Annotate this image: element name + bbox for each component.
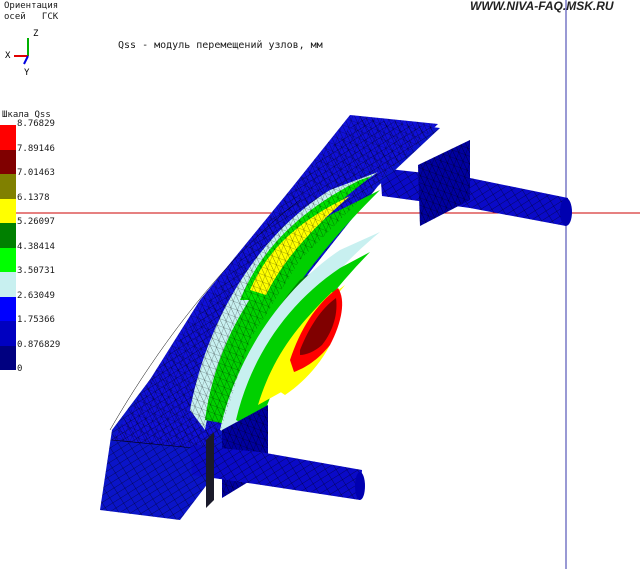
legend-swatch [0, 272, 16, 297]
legend-swatch [0, 125, 16, 150]
legend-value: 3.50731 [17, 266, 55, 276]
legend-swatch [0, 296, 16, 321]
fem-viewport[interactable] [0, 0, 640, 569]
legend-value: 7.89146 [17, 143, 55, 154]
legend-swatch [0, 198, 16, 223]
legend-value: 0.876829 [17, 339, 61, 350]
axis-z-label: Z [33, 29, 39, 39]
legend-swatch [0, 223, 16, 248]
legend-swatch [0, 321, 16, 346]
axis-x-label: X [5, 51, 11, 61]
legend-swatch [0, 345, 16, 370]
legend-value: 0 [17, 364, 23, 374]
legend-swatch [0, 247, 16, 272]
legend-value: 1.75366 [17, 315, 55, 325]
legend-value: 7.01463 [17, 168, 55, 178]
legend-value: 8.76829 [17, 119, 55, 129]
plot-title: Qss - модуль перемещений узлов, мм [118, 40, 323, 51]
legend-value: 2.63049 [17, 290, 55, 301]
legend-swatch [0, 174, 16, 199]
axes-orientation-label: Ориентация осей ГСК [4, 1, 59, 22]
axes-triad-icon: Z X Y [5, 29, 39, 76]
axis-y-label: Y [24, 68, 30, 76]
legend-value: 6.1378 [17, 192, 50, 203]
beam-model [100, 115, 572, 520]
legend-swatch [0, 149, 16, 174]
legend-value: 4.38414 [17, 241, 55, 252]
watermark: WWW.NIVA-FAQ.MSK.RU [470, 0, 614, 13]
legend-value: 5.26097 [17, 217, 55, 227]
